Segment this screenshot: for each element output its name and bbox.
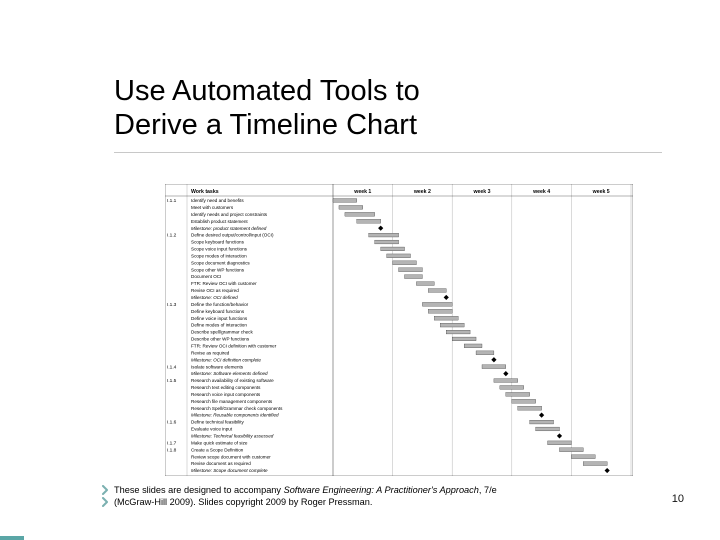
svg-text:I.1.5: I.1.5: [167, 378, 177, 384]
svg-text:Milestone: Software elements d: Milestone: Software elements defined: [191, 371, 268, 376]
svg-text:Milestone: Scope document comp: Milestone: Scope document complete: [191, 468, 268, 473]
svg-text:Describe other WP functions: Describe other WP functions: [191, 337, 250, 342]
svg-text:I.1.1: I.1.1: [167, 198, 177, 204]
svg-text:Establish product statement: Establish product statement: [191, 219, 248, 224]
svg-text:Scope other WP functions: Scope other WP functions: [191, 267, 245, 272]
svg-text:Define keyboard functions: Define keyboard functions: [191, 309, 245, 314]
svg-text:Define voice input functions: Define voice input functions: [191, 316, 248, 321]
title-rule: [114, 152, 662, 153]
svg-text:Define desired output/control/: Define desired output/control/input (OCI…: [191, 233, 274, 238]
svg-text:Research availability of exist: Research availability of existing softwa…: [191, 378, 274, 383]
svg-text:Define the function/behavior: Define the function/behavior: [191, 302, 249, 307]
svg-text:Identify needs and project con: Identify needs and project constraints: [191, 212, 268, 217]
chevron-icon: [100, 482, 110, 492]
svg-text:Milestone: product statement d: Milestone: product statement defined: [191, 226, 267, 231]
svg-text:Meet with customers: Meet with customers: [191, 205, 234, 210]
svg-text:Revise document as required: Revise document as required: [191, 461, 251, 466]
svg-text:week 5: week 5: [592, 189, 610, 195]
accent-bar: [0, 536, 24, 540]
footer-post: , 7/e: [479, 485, 497, 495]
svg-text:Identify need and benefits: Identify need and benefits: [191, 198, 244, 203]
svg-text:week 4: week 4: [532, 189, 550, 195]
footer-line-2: (McGraw-Hill 2009). Slides copyright 200…: [114, 497, 372, 507]
svg-text:Milestone: Technical feasibili: Milestone: Technical feasibility assesse…: [191, 434, 274, 439]
svg-text:week 3: week 3: [472, 189, 490, 195]
svg-text:week 1: week 1: [353, 189, 371, 195]
svg-text:week 2: week 2: [413, 189, 431, 195]
svg-text:Scope modes of interaction: Scope modes of interaction: [191, 253, 247, 258]
slide: Use Automated Tools to Derive a Timeline…: [0, 0, 720, 540]
svg-text:I.1.8: I.1.8: [167, 447, 177, 453]
svg-text:Create a Scope Definition: Create a Scope Definition: [191, 447, 244, 452]
svg-text:FTR: Review OCI definition wit: FTR: Review OCI definition with customer: [191, 343, 277, 348]
svg-text:I.1.3: I.1.3: [167, 302, 177, 308]
chevron-icon: [100, 494, 110, 504]
title-line-2: Derive a Timeline Chart: [114, 109, 417, 141]
footer-text: These slides are designed to accompany S…: [114, 485, 534, 508]
svg-text:Define modes of interaction: Define modes of interaction: [191, 323, 247, 328]
slide-title: Use Automated Tools to Derive a Timeline…: [114, 74, 614, 142]
svg-text:Scope document diagnostics: Scope document diagnostics: [191, 260, 250, 265]
svg-text:Milestone: OCI definition comp: Milestone: OCI definition complete: [191, 357, 261, 362]
svg-text:Revise OCI as required: Revise OCI as required: [191, 288, 239, 293]
svg-text:Make quick estimate of size: Make quick estimate of size: [191, 440, 248, 445]
svg-text:Isolate software elements: Isolate software elements: [191, 364, 244, 369]
svg-text:Research file management compo: Research file management components: [191, 399, 273, 404]
svg-text:Document OCI: Document OCI: [191, 274, 221, 279]
svg-text:Define technical feasibility: Define technical feasibility: [191, 420, 245, 425]
svg-text:I.1.7: I.1.7: [167, 440, 177, 446]
svg-text:Work tasks: Work tasks: [191, 189, 219, 195]
svg-text:Scope keyboard functions: Scope keyboard functions: [191, 240, 245, 245]
svg-text:Research text editing componen: Research text editing components: [191, 385, 261, 390]
svg-text:Review scope document with cus: Review scope document with customer: [191, 454, 271, 459]
svg-text:Evaluate voice input: Evaluate voice input: [191, 427, 233, 432]
svg-text:Scope voice input functions: Scope voice input functions: [191, 247, 248, 252]
svg-text:FTR: Review OCI with customer: FTR: Review OCI with customer: [191, 281, 257, 286]
svg-text:I.1.4: I.1.4: [167, 364, 177, 370]
page-number: 10: [672, 493, 684, 505]
svg-text:I.1.2: I.1.2: [167, 233, 177, 239]
svg-text:Milestone: Reusable components: Milestone: Reusable components identifie…: [191, 413, 279, 418]
gantt-chart: Work tasks week 1 week 2 week 3 week 4 week 5…: [165, 184, 633, 476]
svg-text:I.1.6: I.1.6: [167, 420, 177, 426]
svg-text:Revise as required: Revise as required: [191, 350, 230, 355]
footer-book-title: Software Engineering: A Practitioner's A…: [284, 485, 479, 495]
footer-pre: These slides are designed to accompany: [114, 485, 284, 495]
svg-text:Research Spell/Grammar check c: Research Spell/Grammar check components: [191, 406, 283, 411]
svg-text:Research voice input component: Research voice input components: [191, 392, 261, 397]
svg-text:Describe spell/grammar check: Describe spell/grammar check: [191, 330, 253, 335]
svg-text:Milestone: OCI defined: Milestone: OCI defined: [191, 295, 238, 300]
title-line-1: Use Automated Tools to: [114, 75, 420, 107]
